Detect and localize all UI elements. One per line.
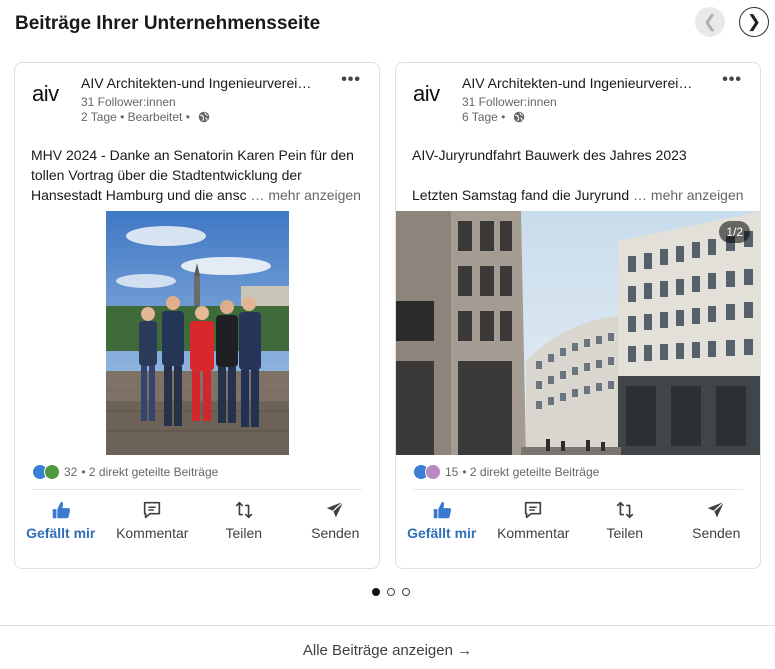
carousel-indicator — [372, 588, 410, 596]
group-photo — [106, 211, 289, 455]
chevron-left-icon: ❮ — [702, 12, 718, 31]
thumbs-up-icon — [52, 501, 70, 519]
post-card: aiv AIV Architekten-und Ingenieurverei… … — [395, 62, 761, 569]
send-icon — [708, 501, 725, 518]
reactions-count: 32 — [64, 465, 78, 479]
image-counter: 1/2 — [719, 221, 750, 243]
comment-icon — [525, 501, 542, 519]
comment-button[interactable]: Kommentar — [492, 499, 574, 559]
divider — [32, 489, 362, 490]
post-text-line: AIV-Juryrundfahrt Bauwerk des Jahres 202… — [412, 147, 687, 163]
show-all-posts-link[interactable]: Alle Beiträge anzeigen → — [0, 642, 775, 659]
follower-count: 31 Follower:innen — [81, 95, 176, 109]
section-title: Beiträge Ihrer Unternehmensseite — [15, 13, 321, 34]
post-meta: 2 Tage • Bearbeitet • — [81, 110, 210, 124]
company-logo[interactable]: aiv — [32, 81, 72, 107]
repost-button[interactable]: Teilen — [584, 499, 666, 559]
divider — [413, 489, 743, 490]
reaction-icons — [413, 464, 441, 480]
post-image[interactable]: 1/2 — [396, 211, 760, 455]
reaction-icons — [32, 464, 60, 480]
shares-count[interactable]: • 2 direkt geteilte Beiträge — [81, 465, 218, 479]
send-button[interactable]: Senden — [675, 499, 757, 559]
globe-icon — [514, 111, 525, 123]
post-actions: Gefällt mir Kommentar Teilen Senden — [396, 499, 760, 559]
post-actions: Gefällt mir Kommentar Teilen Senden — [15, 499, 379, 559]
chevron-right-icon: ❯ — [746, 12, 762, 31]
section-header: Beiträge Ihrer Unternehmensseite ❮ ❯ — [0, 0, 775, 50]
street-photo — [396, 211, 760, 455]
like-button[interactable]: Gefällt mir — [401, 499, 483, 559]
reactions-summary[interactable]: 15 • 2 direkt geteilte Beiträge — [413, 464, 599, 480]
reactions-summary[interactable]: 32 • 2 direkt geteilte Beiträge — [32, 464, 218, 480]
send-icon — [327, 501, 344, 518]
action-label: Senden — [311, 525, 360, 541]
post-text-line: Hansestadt Hamburg und die ansc — [31, 187, 247, 203]
more-options-icon[interactable]: ••• — [341, 71, 361, 89]
post-text-line: MHV 2024 - Danke an Senatorin Karen Pein… — [31, 147, 354, 163]
carousel-dot[interactable] — [402, 588, 410, 596]
company-name[interactable]: AIV Architekten-und Ingenieurverei… — [81, 75, 311, 91]
carousel-dot[interactable] — [372, 588, 380, 596]
repost-button[interactable]: Teilen — [203, 499, 285, 559]
post-text-line — [412, 165, 752, 185]
globe-icon — [198, 111, 210, 123]
support-reaction-icon — [44, 464, 60, 480]
carousel-next-button[interactable]: ❯ — [739, 7, 769, 37]
post-meta: 6 Tage • — [462, 110, 525, 124]
shares-count[interactable]: • 2 direkt geteilte Beiträge — [462, 465, 599, 479]
thumbs-up-icon — [433, 501, 451, 519]
action-label: Gefällt mir — [26, 525, 96, 541]
post-text: MHV 2024 - Danke an Senatorin Karen Pein… — [31, 145, 371, 205]
action-label: Teilen — [606, 525, 644, 541]
show-more-link[interactable]: … mehr anzeigen — [633, 187, 744, 203]
repost-icon — [616, 501, 633, 519]
post-text: AIV-Juryrundfahrt Bauwerk des Jahres 202… — [412, 145, 752, 205]
action-label: Teilen — [225, 525, 263, 541]
carousel-prev-button[interactable]: ❮ — [695, 7, 725, 37]
post-text-line: tollen Vortrag über die Stadtentwicklung… — [31, 167, 302, 183]
post-card: aiv AIV Architekten-und Ingenieurverei… … — [14, 62, 380, 569]
comment-icon — [144, 501, 161, 519]
action-label: Gefällt mir — [407, 525, 477, 541]
follower-count: 31 Follower:innen — [462, 95, 557, 109]
company-logo[interactable]: aiv — [413, 81, 453, 107]
action-label: Kommentar — [116, 525, 189, 541]
action-label: Kommentar — [497, 525, 570, 541]
comment-button[interactable]: Kommentar — [111, 499, 193, 559]
post-image[interactable] — [106, 211, 289, 455]
send-button[interactable]: Senden — [294, 499, 376, 559]
company-name[interactable]: AIV Architekten-und Ingenieurverei… — [462, 75, 692, 91]
love-reaction-icon — [425, 464, 441, 480]
action-label: Senden — [692, 525, 741, 541]
post-time: 6 Tage • — [462, 110, 506, 124]
reactions-count: 15 — [445, 465, 459, 479]
repost-icon — [235, 501, 252, 519]
post-time: 2 Tage • Bearbeitet • — [81, 110, 190, 124]
show-more-link[interactable]: … mehr anzeigen — [250, 187, 361, 203]
like-button[interactable]: Gefällt mir — [20, 499, 102, 559]
more-options-icon[interactable]: ••• — [722, 71, 742, 89]
post-text-line: Letzten Samstag fand die Juryrund — [412, 187, 630, 203]
carousel-dot[interactable] — [387, 588, 395, 596]
divider — [0, 625, 775, 626]
